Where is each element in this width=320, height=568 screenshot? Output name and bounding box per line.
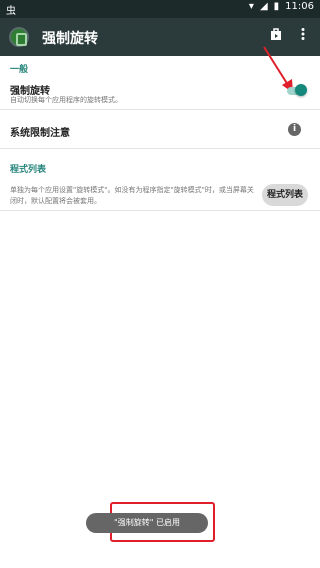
app-list-button[interactable]: 程式列表 bbox=[262, 184, 308, 206]
status-left-icon: 虫 bbox=[6, 6, 16, 17]
store-icon[interactable] bbox=[268, 27, 284, 45]
status-right: ▾ ◢ ▮ 11:06 bbox=[249, 1, 314, 12]
force-rotation-subtitle: 自动切换每个应用程序的旋转模式。 bbox=[10, 96, 122, 104]
section-header-general: 一般 bbox=[10, 65, 29, 75]
status-bar: 虫 ▾ ◢ ▮ 11:06 bbox=[0, 0, 320, 18]
system-restrictions-title: 系统限制注意 bbox=[10, 128, 70, 139]
toggle-thumb bbox=[295, 84, 307, 96]
overflow-menu-icon[interactable] bbox=[298, 27, 308, 45]
status-time: 11:06 bbox=[285, 1, 314, 12]
battery-icon: ▮ bbox=[273, 1, 280, 12]
app-logo-icon bbox=[9, 27, 29, 47]
app-list-description: 单独为每个应用设置"旋转模式"。如没有为程序指定"旋转模式"时，或当屏幕关闭时，… bbox=[10, 186, 254, 205]
page-title: 强制旋转 bbox=[42, 31, 98, 47]
signal-icon: ◢ bbox=[259, 1, 268, 12]
divider bbox=[0, 109, 320, 110]
toast-message: "强制旋转" 已启用 bbox=[86, 513, 208, 533]
section-header-app-list: 程式列表 bbox=[10, 165, 47, 175]
divider bbox=[0, 210, 320, 211]
force-rotation-toggle[interactable] bbox=[285, 84, 307, 98]
info-icon[interactable]: i bbox=[288, 123, 301, 136]
wifi-icon: ▾ bbox=[248, 1, 254, 12]
divider bbox=[0, 148, 320, 149]
